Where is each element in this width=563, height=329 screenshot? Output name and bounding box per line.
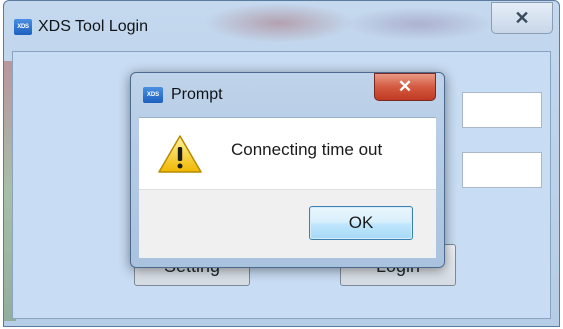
- dialog-close-button[interactable]: ✕: [374, 73, 436, 101]
- ok-button[interactable]: OK: [309, 206, 413, 240]
- window-title: XDS Tool Login: [38, 18, 148, 35]
- prompt-dialog: XDS Prompt ✕ Connecting time out OK: [130, 72, 445, 268]
- dialog-app-icon: XDS: [143, 87, 163, 103]
- warning-icon: [158, 135, 202, 173]
- username-field[interactable]: [462, 92, 542, 128]
- password-field[interactable]: [462, 152, 542, 188]
- dialog-footer: OK: [139, 189, 436, 258]
- app-icon: XDS: [14, 19, 32, 35]
- window-close-button[interactable]: ✕: [491, 2, 553, 34]
- window-titlebar[interactable]: XDS XDS Tool Login ✕: [4, 1, 559, 51]
- dialog-body: Connecting time out: [139, 117, 436, 190]
- dialog-message: Connecting time out: [231, 140, 383, 159]
- dialog-title: Prompt: [171, 86, 223, 103]
